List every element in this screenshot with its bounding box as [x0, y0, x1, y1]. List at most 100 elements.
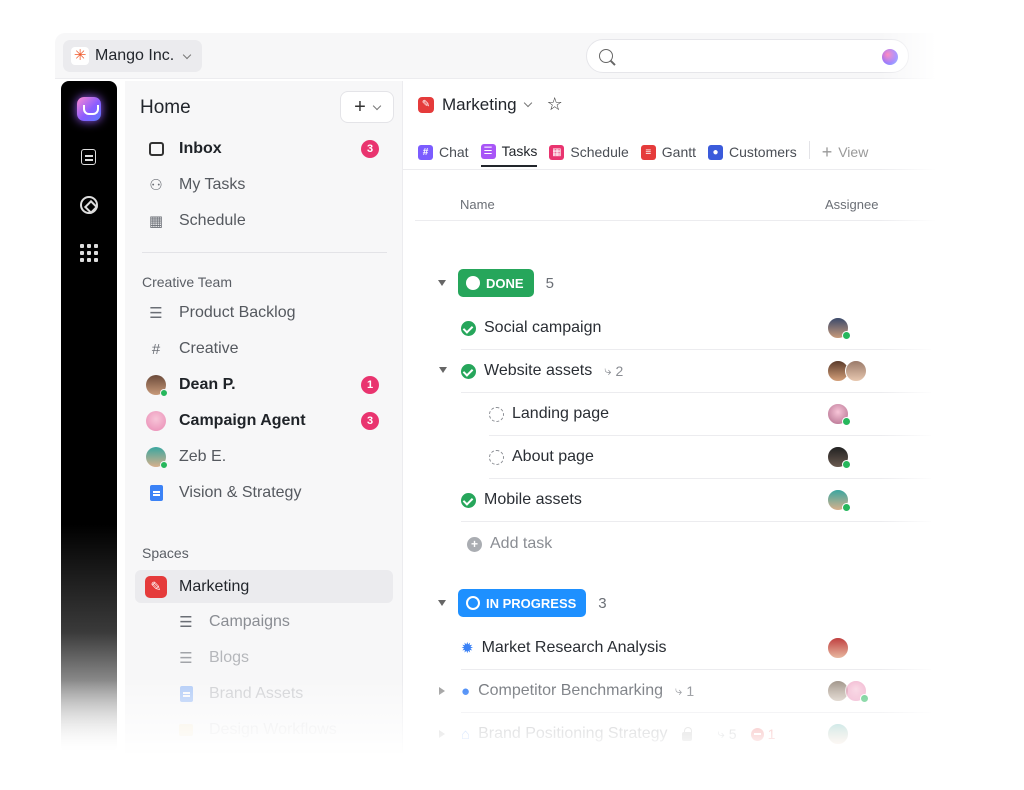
status-badge[interactable]: DONE	[458, 269, 534, 297]
apps-grid-icon[interactable]	[77, 241, 101, 265]
chevron-down-icon[interactable]	[523, 98, 532, 108]
collapse-caret-icon[interactable]	[438, 280, 446, 286]
navigation-rail	[61, 81, 117, 753]
status-badge[interactable]: IN PROGRESS	[458, 589, 587, 617]
assignee-avatars[interactable]	[827, 723, 849, 745]
search-input[interactable]	[586, 39, 909, 73]
sidebar-item-label: Brand Assets	[209, 685, 304, 702]
workspace-switcher[interactable]: ✳ Mango Inc.	[63, 40, 203, 72]
subtask-icon: ⤷	[604, 363, 612, 378]
sidebar-item-label: Vision & Strategy	[179, 484, 302, 501]
todo-status-icon[interactable]	[489, 406, 504, 422]
inbox-icon[interactable]	[77, 145, 101, 169]
sidebar-item-label: Campaign Agent	[179, 412, 306, 429]
task-row[interactable]: About page	[489, 436, 931, 479]
avatar	[827, 403, 851, 426]
sidebar-item-schedule[interactable]: ▦ Schedule	[135, 206, 393, 236]
sidebar-item-zeb-e[interactable]: Zeb E.	[135, 442, 393, 472]
task-row[interactable]: Landing page	[489, 393, 931, 436]
avatar	[827, 446, 851, 469]
sidebar-item-blogs[interactable]: ☰ Blogs	[135, 643, 393, 673]
sidebar-item-vision-strategy[interactable]: Vision & Strategy	[135, 478, 393, 508]
tab-gantt[interactable]: ≡ Gantt	[640, 133, 697, 167]
sidebar-item-label: Dean P.	[179, 376, 236, 393]
hash-icon: #	[418, 144, 433, 160]
task-name[interactable]: Mobile assets	[484, 491, 582, 509]
task-name[interactable]: Social campaign	[484, 319, 601, 337]
task-name[interactable]: Market Research Analysis	[482, 639, 667, 657]
expand-caret-icon[interactable]	[439, 367, 447, 373]
task-name[interactable]: Competitor Benchmarking	[478, 682, 663, 700]
doc-icon	[145, 485, 167, 501]
home-icon: ⌂	[461, 725, 471, 743]
task-row[interactable]: ✹ Market Research Analysis	[461, 627, 931, 670]
list-icon: ☰	[179, 650, 193, 667]
task-row[interactable]: Website assets ⤷ 2	[439, 350, 931, 393]
done-status-icon[interactable]	[461, 363, 476, 379]
assignee-avatars[interactable]	[827, 317, 851, 340]
sidebar-item-campaigns[interactable]: ☰ Campaigns	[135, 607, 393, 637]
done-status-icon[interactable]	[461, 320, 476, 336]
tab-tasks[interactable]: ☰ Tasks	[480, 133, 538, 167]
done-status-icon[interactable]	[461, 492, 476, 508]
expand-caret-icon[interactable]	[439, 687, 445, 695]
assignee-avatars[interactable]	[827, 680, 869, 703]
sidebar-item-campaign-agent[interactable]: Campaign Agent 3	[135, 406, 393, 436]
task-row[interactable]: Social campaign	[461, 307, 931, 350]
column-header-assignee[interactable]: Assignee	[825, 197, 878, 212]
sidebar-title: Home	[140, 97, 191, 118]
assignee-avatars[interactable]	[827, 360, 867, 382]
task-row[interactable]: ● Competitor Benchmarking ⤷ 1	[439, 670, 931, 713]
divider	[808, 141, 810, 159]
add-view-label: View	[838, 144, 869, 160]
clock-icon	[466, 596, 480, 610]
task-name[interactable]: Website assets	[484, 362, 592, 380]
sidebar-item-design-workflows[interactable]: Design Workflows	[135, 715, 393, 745]
task-name[interactable]: Brand Positioning Strategy	[478, 725, 667, 743]
status-label: DONE	[486, 275, 524, 291]
avatar	[827, 489, 851, 512]
tab-chat[interactable]: # Chat	[418, 133, 469, 167]
tab-customers[interactable]: ● Customers	[708, 133, 797, 167]
assignee-avatars[interactable]	[827, 403, 851, 426]
subtask-count: ⤷ 1	[675, 683, 694, 699]
star-icon[interactable]: ☆	[547, 94, 563, 115]
unread-badge: 1	[361, 376, 379, 394]
add-task-button[interactable]: + Add task	[467, 529, 552, 559]
collapse-caret-icon[interactable]	[438, 600, 446, 606]
task-row[interactable]: Mobile assets	[461, 479, 931, 522]
subtask-count-value: 2	[615, 363, 624, 379]
task-name[interactable]: Landing page	[512, 405, 609, 423]
space-title[interactable]: Marketing	[442, 95, 517, 115]
sidebar-item-my-tasks[interactable]: ⚇ My Tasks	[135, 170, 393, 200]
sidebar-item-product-backlog[interactable]: ☰ Product Backlog	[135, 298, 393, 328]
tab-label: Gantt	[661, 144, 697, 160]
list-icon: ☰	[179, 614, 193, 631]
avatar	[145, 447, 168, 469]
expand-caret-icon[interactable]	[439, 730, 445, 738]
add-view-button[interactable]: + View	[822, 133, 869, 167]
assignee-avatars[interactable]	[827, 446, 851, 469]
sidebar: Home + Inbox 3 ⚇ My Tasks ▦ Schedule Cre…	[125, 81, 403, 753]
sidebar-item-label: Campaigns	[209, 613, 290, 630]
list-icon: ☰	[480, 143, 496, 159]
tab-schedule[interactable]: ▦ Schedule	[549, 133, 629, 167]
task-row[interactable]: ⌂ Brand Positioning Strategy ⤷ 5 1	[439, 713, 931, 753]
sidebar-item-label: Creative	[179, 340, 239, 357]
sidebar-item-inbox[interactable]: Inbox 3	[135, 134, 393, 164]
lock-icon	[681, 726, 692, 741]
assignee-avatars[interactable]	[827, 489, 851, 512]
sidebar-item-marketing[interactable]: ✎ Marketing	[135, 570, 393, 603]
ai-assistant-icon[interactable]	[882, 49, 898, 65]
column-header-name[interactable]: Name	[460, 197, 495, 212]
home-icon[interactable]	[77, 97, 101, 121]
new-item-button[interactable]: +	[340, 91, 394, 123]
task-name[interactable]: About page	[512, 448, 594, 466]
blocked-icon	[750, 727, 764, 741]
ai-brain-icon[interactable]	[77, 193, 101, 217]
sidebar-item-creative[interactable]: # Creative	[135, 334, 393, 364]
sidebar-item-dean-p[interactable]: Dean P. 1	[135, 370, 393, 400]
todo-status-icon[interactable]	[489, 449, 504, 465]
sidebar-item-brand-assets[interactable]: Brand Assets	[135, 679, 393, 709]
assignee-avatars[interactable]	[827, 637, 849, 659]
